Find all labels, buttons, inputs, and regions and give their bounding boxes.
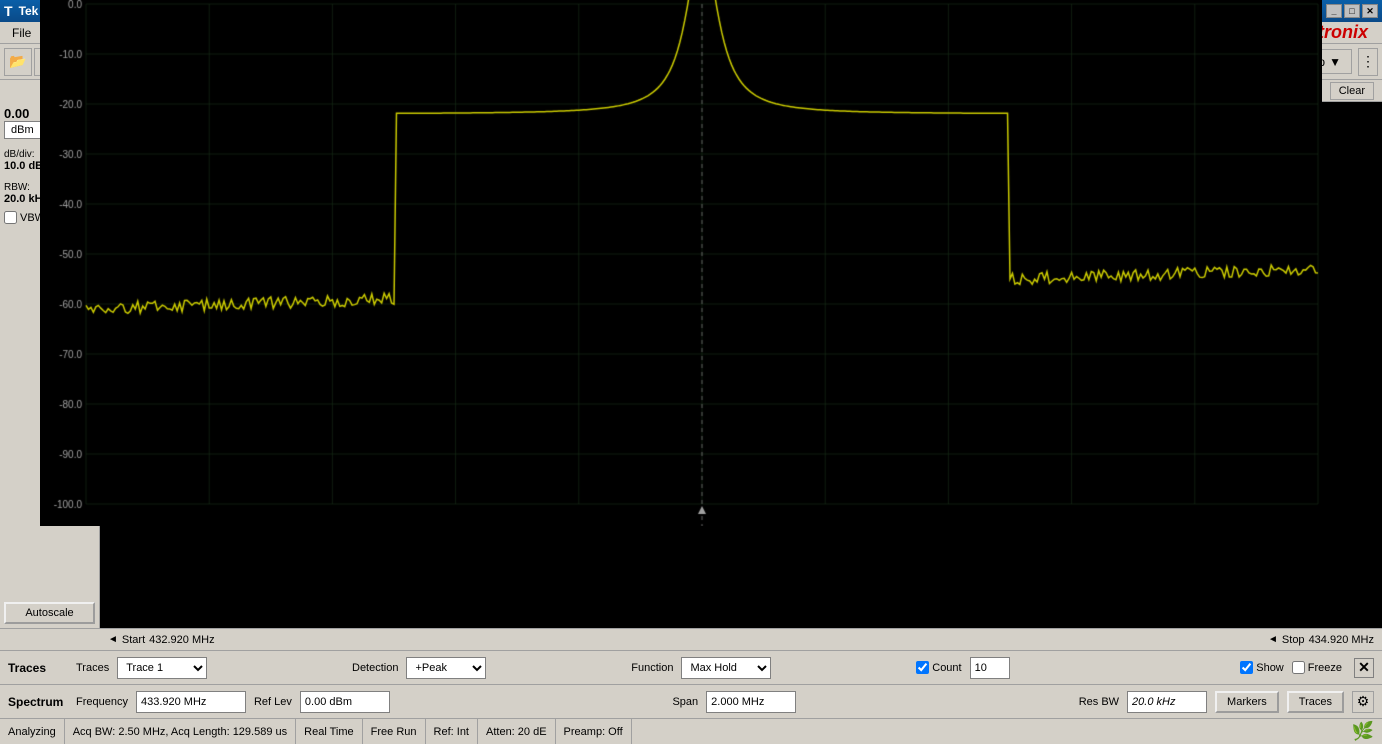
- show-checkbox2[interactable]: [1240, 661, 1253, 674]
- spectrum-display[interactable]: [40, 0, 1322, 526]
- close-button[interactable]: ✕: [1362, 4, 1378, 18]
- maximize-button[interactable]: □: [1344, 4, 1360, 18]
- freeze-label: Freeze: [1308, 662, 1342, 674]
- stop-indicator: ◄: [1268, 634, 1278, 645]
- clear-button[interactable]: Clear: [1330, 82, 1374, 100]
- status-run-mode: Free Run: [363, 719, 426, 744]
- trace-select[interactable]: Trace 1 Trace 2: [117, 657, 207, 679]
- autoscale-button[interactable]: Autoscale: [4, 602, 95, 624]
- status-indicator: 🌿: [1352, 721, 1374, 742]
- more-options-button[interactable]: ⋮: [1358, 48, 1378, 76]
- function-label: Function: [631, 662, 673, 674]
- ref-lev-input[interactable]: [300, 691, 390, 713]
- frequency-label: Frequency: [76, 696, 128, 708]
- status-acq-info: Acq BW: 2.50 MHz, Acq Length: 129.589 us: [65, 719, 296, 744]
- traces-field-label: Traces: [76, 662, 109, 674]
- menu-file[interactable]: File: [4, 24, 39, 42]
- status-ref: Ref: Int: [426, 719, 478, 744]
- spectrum-bar: Spectrum Frequency Ref Lev Span Res BW M…: [0, 684, 1382, 718]
- stop-value: 434.920 MHz: [1309, 634, 1374, 646]
- ref-lev-label: Ref Lev: [254, 696, 292, 708]
- freeze-checkbox-label[interactable]: Freeze: [1292, 661, 1342, 674]
- count-checkbox[interactable]: [916, 661, 929, 674]
- x-axis-bar: ◄ ◄ Start Start 432.920 MHz ◄ Stop 434.9…: [0, 628, 1382, 650]
- span-label: Span: [672, 696, 698, 708]
- app-icon: T: [4, 3, 13, 19]
- detection-label: Detection: [352, 662, 398, 674]
- spectrum-settings-gear[interactable]: ⚙: [1352, 691, 1374, 713]
- function-select[interactable]: Max Hold Min Hold Average Normal: [681, 657, 771, 679]
- traces-bar: Traces Traces Trace 1 Trace 2 Detection …: [0, 650, 1382, 684]
- markers-button[interactable]: Markers: [1215, 691, 1279, 713]
- status-state: Analyzing: [8, 719, 65, 744]
- traces-section-label: Traces: [8, 661, 68, 675]
- status-atten: Atten: 20 dE: [478, 719, 556, 744]
- status-preamp: Preamp: Off: [556, 719, 632, 744]
- count-input[interactable]: [970, 657, 1010, 679]
- traces-button[interactable]: Traces: [1287, 691, 1344, 713]
- res-bw-input[interactable]: [1127, 691, 1207, 713]
- count-label: Count: [932, 662, 961, 674]
- start-text: Start: [122, 634, 145, 646]
- spectrum-section-label: Spectrum: [8, 695, 68, 709]
- vbw-checkbox[interactable]: [4, 211, 17, 224]
- show-label2: Show: [1256, 662, 1284, 674]
- detection-select[interactable]: +Peak -Peak Average: [406, 657, 486, 679]
- count-checkbox-label[interactable]: Count: [916, 661, 961, 674]
- span-input[interactable]: [706, 691, 796, 713]
- stop-chevron: ▼: [1329, 55, 1341, 69]
- start-indicator: ◄: [108, 634, 118, 645]
- status-bar: Analyzing Acq BW: 2.50 MHz, Acq Length: …: [0, 718, 1382, 744]
- status-real-time: Real Time: [296, 719, 363, 744]
- open-button[interactable]: 📂: [4, 48, 32, 76]
- show-checkbox2-label[interactable]: Show: [1240, 661, 1284, 674]
- stop-text: Stop: [1282, 634, 1305, 646]
- minimize-button[interactable]: _: [1326, 4, 1342, 18]
- start-value: 432.920 MHz: [149, 634, 214, 646]
- frequency-input[interactable]: [136, 691, 246, 713]
- freeze-checkbox[interactable]: [1292, 661, 1305, 674]
- close-trace-button[interactable]: ✕: [1354, 658, 1374, 678]
- chart-area: [100, 102, 1382, 628]
- res-bw-label: Res BW: [1079, 696, 1119, 708]
